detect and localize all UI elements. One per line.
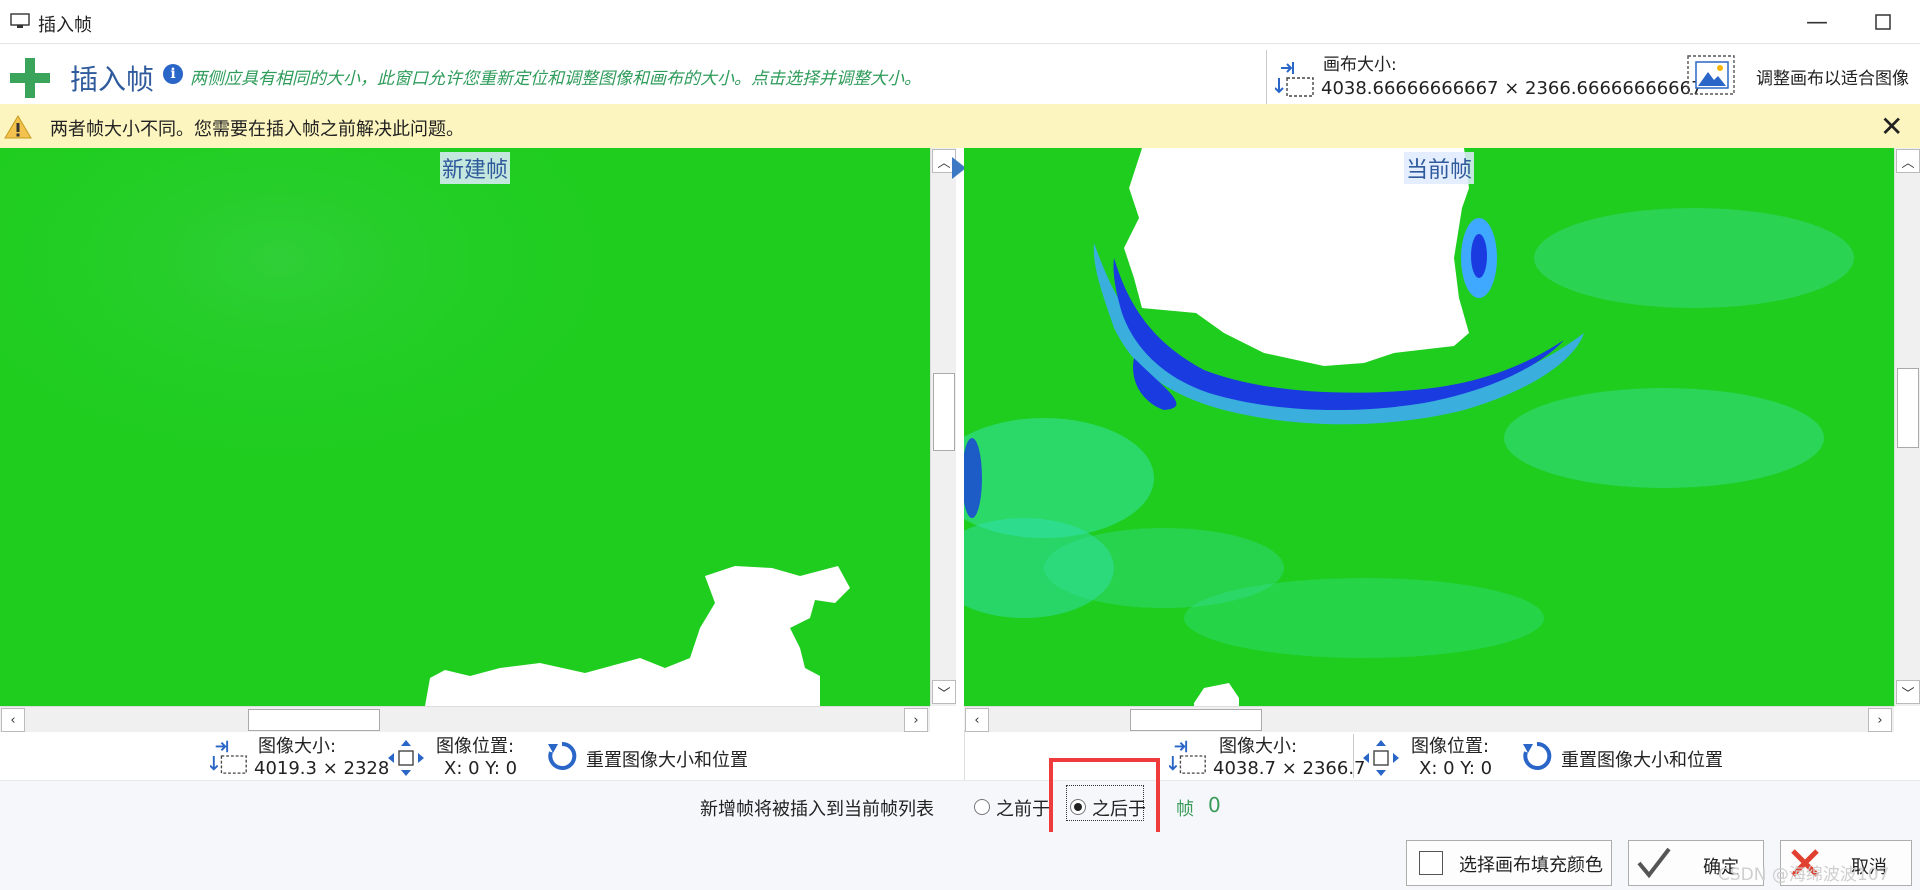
image-size-label: 图像大小: [1219, 736, 1298, 757]
canvas-size-value: 4038.66666666667 × 2366.66666666667 [1321, 78, 1703, 99]
hscroll-thumb[interactable] [1130, 709, 1262, 731]
current-frame-label: 当前帧 [1404, 152, 1475, 184]
fill-color-label: 选择画布填充颜色 [1459, 855, 1603, 876]
new-frame-pane: 新建帧 ︿ ﹀ ‹ › [0, 148, 960, 732]
image-position-label: 图像位置: [1411, 736, 1490, 757]
new-frame-label: 新建帧 [440, 152, 511, 184]
new-frame-vscroll[interactable]: ︿ ﹀ [930, 148, 956, 706]
image-size-label: 图像大小: [258, 736, 337, 757]
reset-icon[interactable] [1521, 740, 1553, 772]
scroll-right-icon[interactable]: › [904, 708, 928, 732]
header: 插入帧 i 两侧应具有相同的大小，此窗口允许您重新定位和调整图像和画布的大小。点… [0, 44, 1920, 104]
image-position-value: X: 0 Y: 0 [444, 758, 518, 779]
current-frame-hscroll[interactable]: ‹ › [964, 706, 1894, 732]
image-size-icon [1169, 740, 1206, 774]
fill-color-button[interactable]: 选择画布填充颜色 [1406, 840, 1612, 886]
maximize-icon[interactable] [1850, 0, 1916, 44]
image-size-icon [210, 740, 247, 774]
current-frame-image[interactable] [964, 148, 1894, 706]
scroll-right-icon[interactable]: › [1868, 708, 1892, 732]
move-icon [1363, 740, 1399, 776]
canvas-size-icon [1275, 62, 1314, 97]
app-icon [10, 13, 30, 28]
title-bar: 插入帧 — ✕ [0, 0, 1920, 44]
reset-image-button[interactable]: 重置图像大小和位置 [1561, 746, 1723, 772]
current-frame-pane: 当前帧 ︿ ﹀ ‹ › [964, 148, 1920, 732]
reset-image-button[interactable]: 重置图像大小和位置 [586, 746, 748, 772]
warning-text: 两者帧大小不同。您需要在插入帧之前解决此问题。 [50, 119, 464, 140]
fit-canvas-icon[interactable] [1686, 54, 1736, 96]
checkbox-icon [1419, 851, 1443, 875]
image-size-value: 4019.3 × 2328 [254, 758, 390, 779]
scroll-up-icon[interactable]: ︿ [1896, 149, 1920, 173]
image-position-label: 图像位置: [436, 736, 515, 757]
image-position-value: X: 0 Y: 0 [1419, 758, 1493, 779]
warning-bar: 两者帧大小不同。您需要在插入帧之前解决此问题。 ✕ [0, 104, 1920, 148]
vscroll-thumb[interactable] [933, 373, 955, 451]
divider [1353, 734, 1354, 778]
new-frame-image[interactable] [0, 148, 930, 706]
current-frame-vscroll[interactable]: ︿ ﹀ [1894, 148, 1920, 706]
minimize-icon[interactable]: — [1784, 0, 1850, 44]
frame-number: 0 [1208, 793, 1221, 817]
image-size-value: 4038.7 × 2366.7 [1213, 758, 1366, 779]
scroll-left-icon[interactable]: ‹ [965, 708, 989, 732]
hint-text: 两侧应具有相同的大小，此窗口允许您重新定位和调整图像和画布的大小。点击选择并调整… [190, 69, 921, 89]
before-radio[interactable] [974, 799, 990, 815]
warning-icon [4, 115, 32, 139]
scroll-left-icon[interactable]: ‹ [1, 708, 25, 732]
vscroll-thumb[interactable] [1897, 368, 1919, 448]
new-frame-info: 图像大小: 4019.3 × 2328 图像位置: X: 0 Y: 0 重置图像… [0, 730, 960, 780]
warning-close-icon[interactable]: ✕ [1880, 110, 1903, 143]
scroll-down-icon[interactable]: ﹀ [932, 680, 956, 704]
watermark: CSDN @海绵波波107 [1718, 865, 1890, 885]
footer: 选择画布填充颜色 确定 取消 [0, 832, 1920, 890]
insert-options: 新增帧将被插入到当前帧列表 之前于 之后于 帧 0 [0, 758, 1920, 844]
move-icon [388, 740, 424, 776]
scroll-down-icon[interactable]: ﹀ [1896, 680, 1920, 704]
window-title: 插入帧 [38, 15, 92, 36]
check-icon [1637, 847, 1671, 879]
dialog-title: 插入帧 [70, 63, 155, 96]
plus-icon [10, 58, 50, 98]
new-frame-hscroll[interactable]: ‹ › [0, 706, 930, 732]
divider [1266, 50, 1267, 104]
hscroll-thumb[interactable] [248, 709, 380, 731]
fit-canvas-button[interactable]: 调整画布以适合图像 [1756, 64, 1909, 89]
insert-position-label: 新增帧将被插入到当前帧列表 [700, 799, 934, 820]
canvas-size-label: 画布大小: [1323, 55, 1397, 75]
info-icon: i [163, 64, 183, 84]
before-radio-label[interactable]: 之前于 [996, 795, 1050, 821]
reset-icon[interactable] [546, 740, 578, 772]
frame-label: 帧 [1176, 799, 1194, 820]
